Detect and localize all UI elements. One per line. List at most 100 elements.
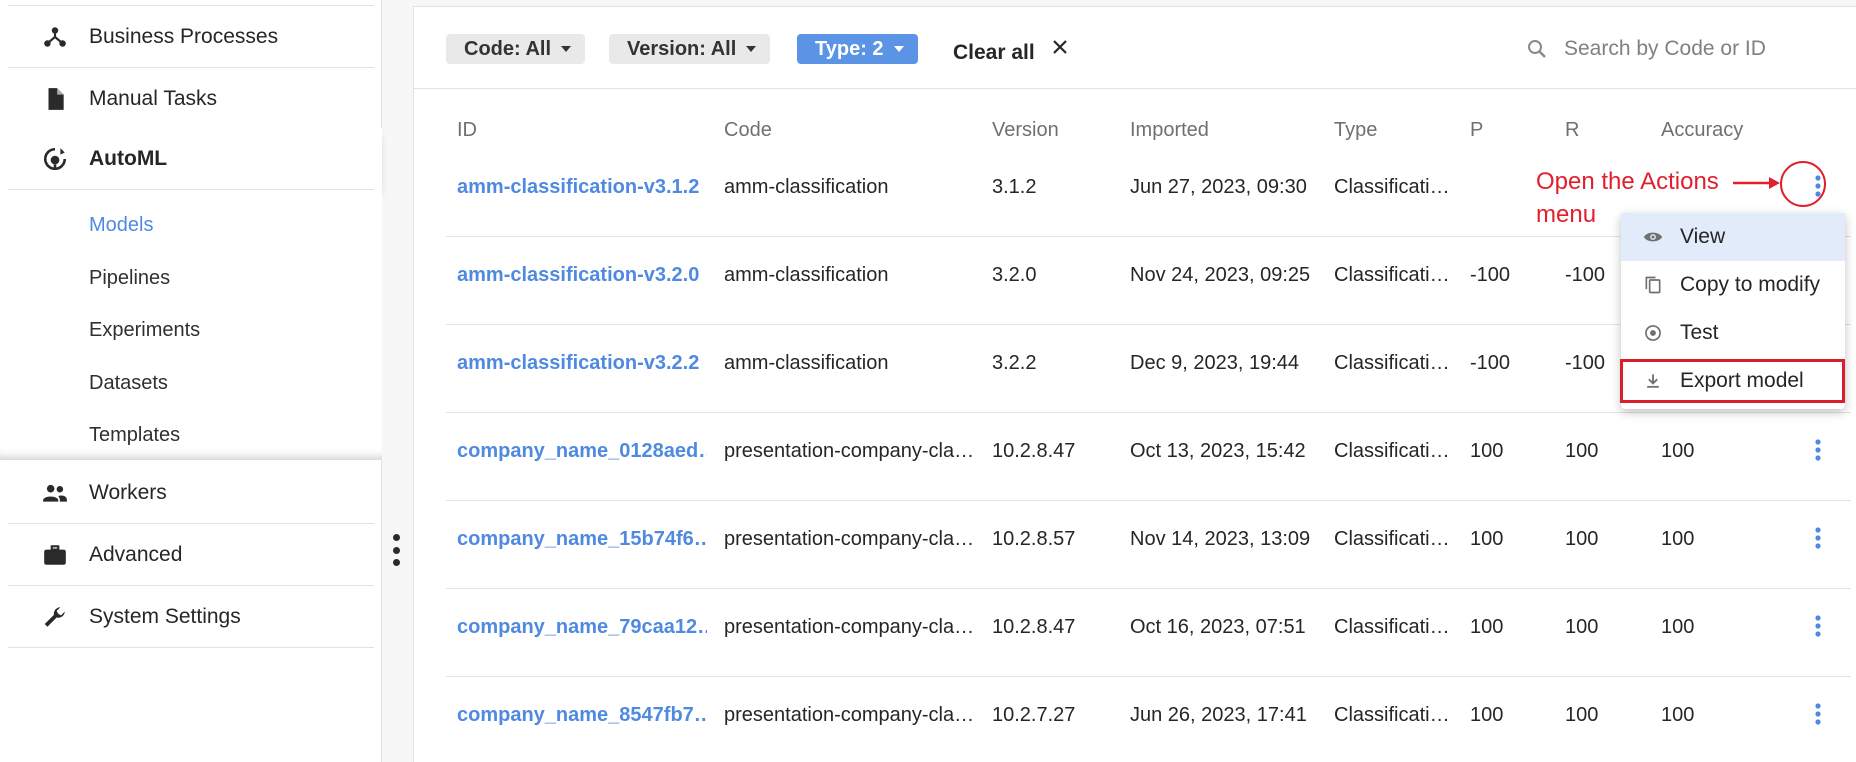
page-gutter [382,0,413,762]
wrench-icon [42,604,68,630]
cell-accuracy: 100 [1661,616,1695,638]
document-icon [42,86,68,112]
sidebar-item-label: AutoML [89,146,168,170]
cell-code: amm-classification [724,264,889,286]
close-icon[interactable] [1049,36,1071,58]
cell-id[interactable]: company_name_0128aed… [457,440,707,463]
table-row[interactable]: company_name_8547fb7… presentation-compa… [446,677,1851,762]
filter-chip-label: Type: 2 [815,37,884,60]
more-vertical-icon [1815,615,1821,637]
sidebar-subitem-experiments[interactable]: Experiments [89,315,200,345]
cell-version: 10.2.8.47 [992,616,1076,638]
sidebar-item-workers[interactable]: Workers [8,462,374,524]
cell-version: 3.2.0 [992,264,1037,286]
column-header-imported[interactable]: Imported [1130,119,1209,142]
sidebar-item-system-settings[interactable]: System Settings [8,586,374,648]
cell-code: presentation-company-cla… [724,616,974,638]
row-actions-button[interactable] [1803,523,1833,553]
sidebar-subitem-templates[interactable]: Templates [89,420,180,450]
sidebar-resize-handle[interactable] [390,534,402,566]
cell-r: -100 [1565,264,1606,286]
cell-imported: Dec 9, 2023, 19:44 [1130,352,1300,374]
annotation-arrow-icon [1733,177,1780,189]
menu-item-view[interactable]: View [1621,213,1845,261]
cell-type: Classificati… [1334,176,1450,198]
clear-all-button[interactable]: Clear all [953,41,1035,65]
cell-version: 10.2.7.27 [992,704,1076,726]
filter-chip-type[interactable]: Type: 2 [797,34,918,64]
column-header-accuracy[interactable]: Accuracy [1661,119,1743,142]
cell-imported: Jun 27, 2023, 09:30 [1130,176,1307,198]
menu-item-copy-to-modify[interactable]: Copy to modify [1621,261,1845,309]
automl-submenu: Models Pipelines Experiments Datasets Te… [0,190,382,460]
cell-type: Classificati… [1334,352,1450,374]
handle-dot [392,559,400,566]
cell-code: amm-classification [724,352,889,374]
cell-imported: Nov 14, 2023, 13:09 [1130,528,1311,550]
cell-p: -100 [1470,352,1511,374]
table-row[interactable]: company_name_15b74f6… presentation-compa… [446,501,1851,589]
row-actions-button[interactable] [1803,699,1833,729]
menu-item-label: Copy to modify [1680,273,1821,296]
sidebar-item-business-processes[interactable]: Business Processes [8,6,374,68]
cell-type: Classificati… [1334,264,1450,286]
menu-item-test[interactable]: Test [1621,309,1845,357]
cell-id[interactable]: company_name_79caa12… [457,616,707,639]
table-row[interactable]: company_name_79caa12… presentation-compa… [446,589,1851,677]
sidebar-item-automl[interactable]: AutoML [8,128,374,190]
cell-id[interactable]: amm-classification-v3.2.0 [457,264,707,287]
filter-chip-code[interactable]: Code: All [446,34,586,64]
cell-accuracy: 100 [1661,528,1695,550]
column-header-p[interactable]: P [1470,119,1483,142]
search-input[interactable] [1564,31,1844,67]
sidebar-item-label: Advanced [89,542,183,566]
more-vertical-icon [1815,527,1821,549]
column-header-code[interactable]: Code [724,119,772,142]
sidebar-subitem-datasets[interactable]: Datasets [89,368,168,398]
radio-target-icon [1645,325,1661,341]
cell-id[interactable]: company_name_8547fb7… [457,704,707,727]
row-actions-button[interactable] [1803,435,1833,465]
handle-dot [392,546,400,554]
cell-code: presentation-company-cla… [724,704,974,726]
sidebar-item-advanced[interactable]: Advanced [8,524,374,586]
cell-p: 100 [1470,704,1504,726]
cell-imported: Oct 16, 2023, 07:51 [1130,616,1306,638]
sidebar: Business Processes Manual Tasks AutoML M… [0,0,382,762]
more-vertical-icon [1815,703,1821,725]
people-icon [42,480,68,506]
table-row[interactable]: company_name_0128aed… presentation-compa… [446,413,1851,501]
column-header-id[interactable]: ID [457,119,477,142]
cell-r: 100 [1565,528,1599,550]
sidebar-item-label: System Settings [89,604,241,628]
sidebar-subitem-models[interactable]: Models [89,210,153,240]
cell-r: 100 [1565,440,1599,462]
cell-id[interactable]: amm-classification-v3.1.2 [457,176,707,199]
briefcase-icon [42,542,68,568]
sidebar-item-manual-tasks[interactable]: Manual Tasks [8,68,374,130]
cell-id[interactable]: company_name_15b74f6… [457,528,707,551]
column-header-r[interactable]: R [1565,119,1579,142]
filter-bar: Code: All Version: All Type: 2 Clear all [414,7,1856,89]
row-actions-button[interactable] [1803,611,1833,641]
cell-id[interactable]: amm-classification-v3.2.2 [457,352,707,375]
cell-type: Classificati… [1334,440,1450,462]
annotation-highlight-box [1620,359,1845,403]
cell-accuracy: 100 [1661,440,1695,462]
automl-icon [42,146,68,172]
column-header-version[interactable]: Version [992,119,1059,142]
cell-p: 100 [1470,440,1504,462]
cell-type: Classificati… [1334,616,1450,638]
cell-version: 10.2.8.57 [992,528,1076,550]
filter-chip-label: Version: All [627,37,737,60]
cell-p: 100 [1470,616,1504,638]
filter-chip-version[interactable]: Version: All [609,34,771,64]
sidebar-subitem-pipelines[interactable]: Pipelines [89,263,170,293]
cell-p: -100 [1470,264,1511,286]
more-vertical-icon [1815,439,1821,461]
app-window: Business Processes Manual Tasks AutoML M… [0,0,1856,762]
cell-code: presentation-company-cla… [724,440,974,462]
caret-down-icon [893,46,904,52]
menu-item-label: Test [1680,321,1719,344]
column-header-type[interactable]: Type [1334,119,1377,142]
